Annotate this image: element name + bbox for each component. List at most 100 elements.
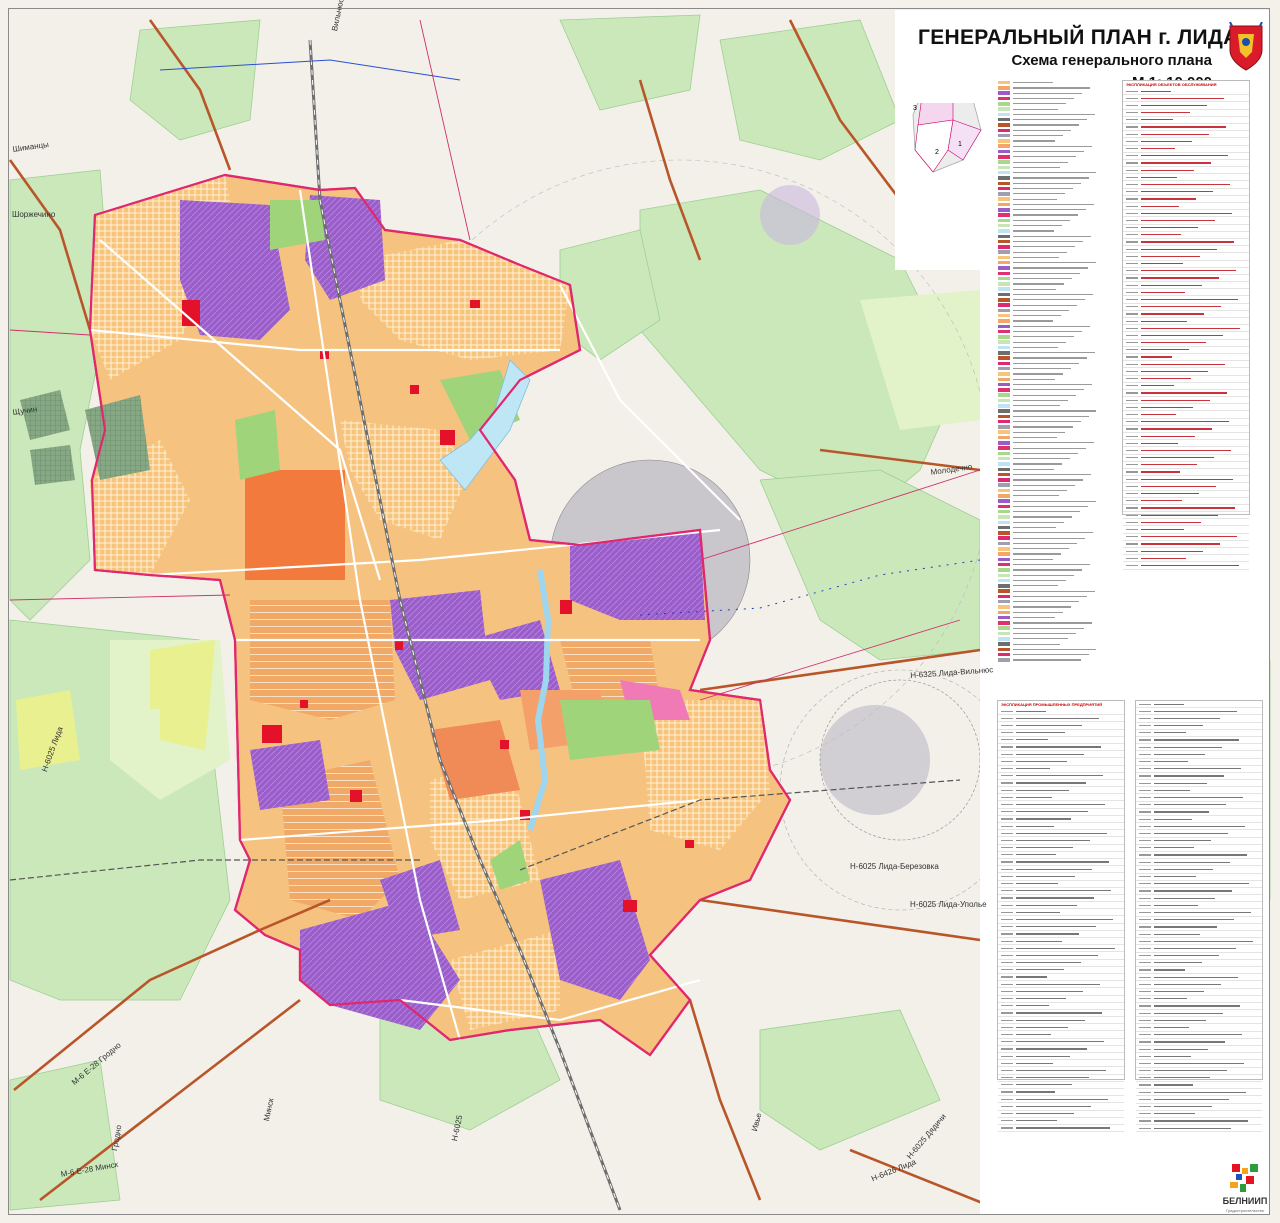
legend-swatch	[998, 637, 1010, 641]
list-item-number	[1139, 789, 1151, 791]
list-item-text-line	[1154, 1127, 1231, 1129]
list-item-number	[1139, 782, 1151, 784]
legend-text-line	[1013, 320, 1053, 322]
list-item-text-line	[1141, 471, 1180, 473]
list-item	[1123, 512, 1249, 520]
list-item	[1123, 555, 1249, 563]
legend-swatch	[998, 266, 1010, 270]
list-item-number	[1139, 775, 1151, 777]
legend-swatch	[998, 128, 1010, 133]
list-item	[1123, 462, 1249, 469]
legend-swatch	[998, 202, 1010, 207]
list-item-number	[1126, 500, 1138, 502]
list-item	[1123, 476, 1249, 484]
list-item-text-line	[1141, 363, 1225, 365]
legend-text-line	[1013, 474, 1091, 476]
legend-text-line	[1013, 558, 1053, 560]
list-item	[1123, 498, 1249, 505]
list-item	[1136, 780, 1262, 788]
legend-swatch	[998, 615, 1010, 620]
list-item	[1136, 924, 1262, 931]
list-item-text-line	[1154, 947, 1236, 950]
legend-swatch	[998, 599, 1010, 604]
list-item-text-line	[1154, 732, 1186, 734]
list-item-number	[1126, 543, 1138, 545]
legend-text-line	[1013, 479, 1083, 481]
list-item-text-line	[1016, 976, 1047, 978]
list-item-number	[1001, 954, 1013, 957]
list-item	[1136, 931, 1262, 939]
list-item	[998, 715, 1124, 723]
list-item-number	[1139, 1077, 1151, 1079]
list-item-number	[1126, 169, 1138, 171]
list-item-text-line	[1141, 399, 1210, 401]
legend-text-line	[1013, 521, 1064, 523]
legend-swatch	[998, 483, 1010, 487]
list-item	[1136, 852, 1262, 860]
legend-swatch	[998, 499, 1010, 503]
legend-swatch	[998, 605, 1010, 609]
list-item-text-line	[1016, 732, 1065, 734]
list-item-text-line	[1141, 507, 1235, 509]
list-item	[1123, 253, 1249, 261]
list-item	[1123, 282, 1249, 290]
list-item	[1123, 296, 1249, 304]
legend-text-line	[1013, 654, 1089, 656]
list-item-number	[1001, 940, 1013, 942]
list-item	[1123, 153, 1249, 160]
list-item	[1136, 809, 1262, 816]
list-services-title: ЭКСПЛИКАЦИЯ ОБЪЕКТОВ ОБСЛУЖИВАНИЯ	[1126, 82, 1217, 87]
list-item	[1123, 311, 1249, 318]
list-item-text-line	[1141, 442, 1178, 444]
list-item	[998, 1010, 1124, 1018]
list-item-text-line	[1154, 861, 1230, 863]
list-item-number	[1139, 753, 1151, 755]
list-item-number	[1001, 732, 1013, 734]
legend-swatch	[998, 276, 1010, 281]
list-item	[998, 1046, 1124, 1053]
list-item-text-line	[1016, 803, 1105, 806]
list-item-number	[1126, 148, 1138, 150]
legend-text-line	[1013, 484, 1075, 486]
list-item-text-line	[1154, 854, 1247, 856]
list-item-text-line	[1154, 876, 1196, 878]
list-item	[1123, 124, 1249, 132]
list-item-text-line	[1154, 926, 1217, 928]
list-item	[998, 794, 1124, 802]
legend-swatch	[998, 631, 1010, 636]
list-item	[1136, 1068, 1262, 1075]
list-item-number	[1126, 97, 1138, 99]
list-item-number	[1139, 840, 1151, 842]
list-item-text-line	[1016, 1033, 1051, 1036]
list-item-number	[1126, 428, 1138, 430]
legend-text-line	[1013, 166, 1060, 168]
legend-swatch	[998, 112, 1010, 117]
list-item-text-line	[1154, 998, 1187, 1000]
list-item-text-line	[1016, 969, 1064, 971]
list-item-number	[1126, 514, 1138, 516]
inset-zone-3: 3	[913, 105, 917, 112]
list-item-text-line	[1016, 861, 1109, 863]
list-item-text-line	[1154, 825, 1245, 827]
list-item-number	[1001, 796, 1013, 798]
list-item	[1123, 419, 1249, 426]
legend-swatch	[998, 361, 1010, 366]
list-item-text-line	[1016, 1005, 1049, 1007]
list-item-number	[1126, 457, 1138, 459]
list-item	[998, 916, 1124, 924]
list-item-number	[1001, 983, 1013, 985]
list-item-text-line	[1154, 904, 1198, 906]
legend-text-line	[1013, 500, 1096, 502]
legend-conventional-signs	[995, 80, 1100, 700]
list-item-text-line	[1141, 183, 1230, 186]
list-item	[1123, 289, 1249, 297]
list-item-number	[1139, 1026, 1151, 1029]
legend-text-line	[1013, 368, 1071, 370]
legend-text-line	[1013, 595, 1087, 598]
legend-text-line	[1013, 648, 1096, 650]
list-item-number	[1139, 983, 1151, 985]
list-item	[1123, 390, 1249, 398]
list-item	[998, 909, 1124, 917]
list-item-text-line	[1154, 710, 1237, 712]
list-item-text-line	[1141, 449, 1231, 452]
